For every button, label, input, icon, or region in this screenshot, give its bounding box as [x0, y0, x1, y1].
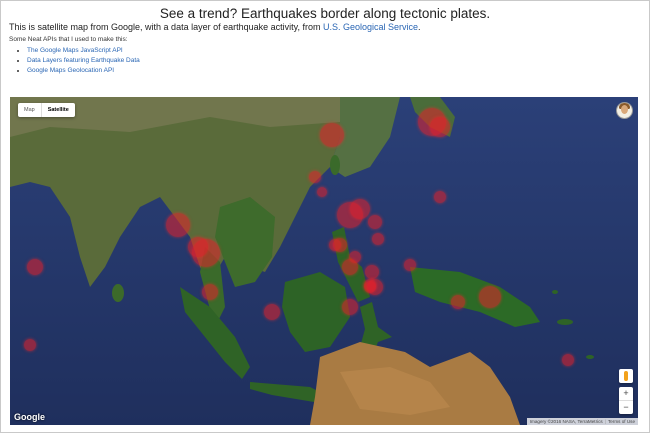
- earthquake-marker[interactable]: [264, 304, 280, 320]
- zoom-control: + −: [619, 387, 633, 414]
- attribution-separator: |: [604, 419, 606, 424]
- list-item: Data Layers featuring Earthquake Data: [27, 56, 140, 66]
- earthquake-marker[interactable]: [479, 286, 501, 308]
- apis-label: Some Neat APIs that I used to make this:: [9, 36, 128, 43]
- street-view-pegman-icon[interactable]: [619, 369, 633, 383]
- satellite-imagery: [10, 97, 638, 425]
- earthquake-marker[interactable]: [166, 213, 190, 237]
- earthquake-marker[interactable]: [317, 187, 327, 197]
- earthquake-marker[interactable]: [320, 123, 344, 147]
- zoom-in-button[interactable]: +: [619, 387, 633, 400]
- earthquake-marker[interactable]: [309, 171, 321, 183]
- map-type-satellite-button[interactable]: Satellite: [42, 103, 75, 117]
- earthquake-marker[interactable]: [342, 299, 358, 315]
- description-suffix: .: [418, 22, 421, 32]
- map-attribution: Imagery ©2016 NASA, TerraMetrics | Terms o…: [526, 418, 638, 425]
- earthquake-marker[interactable]: [350, 199, 370, 219]
- map-type-control: Map Satellite: [18, 103, 75, 117]
- earthquake-marker[interactable]: [430, 117, 450, 137]
- terms-of-use-link[interactable]: Terms of Use: [608, 419, 635, 424]
- earthquake-marker[interactable]: [451, 295, 465, 309]
- list-item: Google Maps Geolocation API: [27, 66, 140, 76]
- earthquake-marker[interactable]: [24, 339, 36, 351]
- list-item: The Google Maps JavaScript API: [27, 46, 140, 56]
- earthquake-marker[interactable]: [562, 354, 574, 366]
- earthquake-marker[interactable]: [342, 259, 358, 275]
- earthquake-marker[interactable]: [434, 191, 446, 203]
- zoom-out-button[interactable]: −: [619, 401, 633, 414]
- earthquake-map[interactable]: Map Satellite + − Google Imagery ©2016 N…: [10, 97, 638, 425]
- earthquake-marker[interactable]: [202, 284, 218, 300]
- description-text: This is satellite map from Google, with …: [9, 22, 323, 32]
- page-title: See a trend? Earthquakes border along te…: [159, 6, 491, 21]
- pegman-figure: [624, 371, 628, 381]
- earthquake-marker[interactable]: [27, 259, 43, 275]
- imagery-credit: Imagery ©2016 NASA, TerraMetrics: [529, 419, 603, 424]
- earthquake-marker[interactable]: [364, 279, 376, 291]
- user-avatar[interactable]: [616, 102, 633, 119]
- api-link-geolocation[interactable]: Google Maps Geolocation API: [27, 67, 114, 74]
- map-type-map-button[interactable]: Map: [18, 103, 42, 117]
- earthquake-marker[interactable]: [368, 215, 382, 229]
- earthquake-marker[interactable]: [329, 239, 341, 251]
- api-link-maps-js[interactable]: The Google Maps JavaScript API: [27, 47, 123, 54]
- page-description: This is satellite map from Google, with …: [9, 22, 421, 32]
- avatar-face: [621, 105, 628, 114]
- usgs-link[interactable]: U.S. Geological Service: [323, 22, 418, 32]
- earthquake-marker[interactable]: [188, 237, 208, 257]
- earthquake-marker[interactable]: [404, 259, 416, 271]
- apis-list: The Google Maps JavaScript API Data Laye…: [9, 46, 140, 76]
- earthquake-marker[interactable]: [372, 233, 384, 245]
- api-link-data-layers[interactable]: Data Layers featuring Earthquake Data: [27, 57, 140, 64]
- google-logo: Google: [14, 412, 45, 422]
- earthquake-marker[interactable]: [365, 265, 379, 279]
